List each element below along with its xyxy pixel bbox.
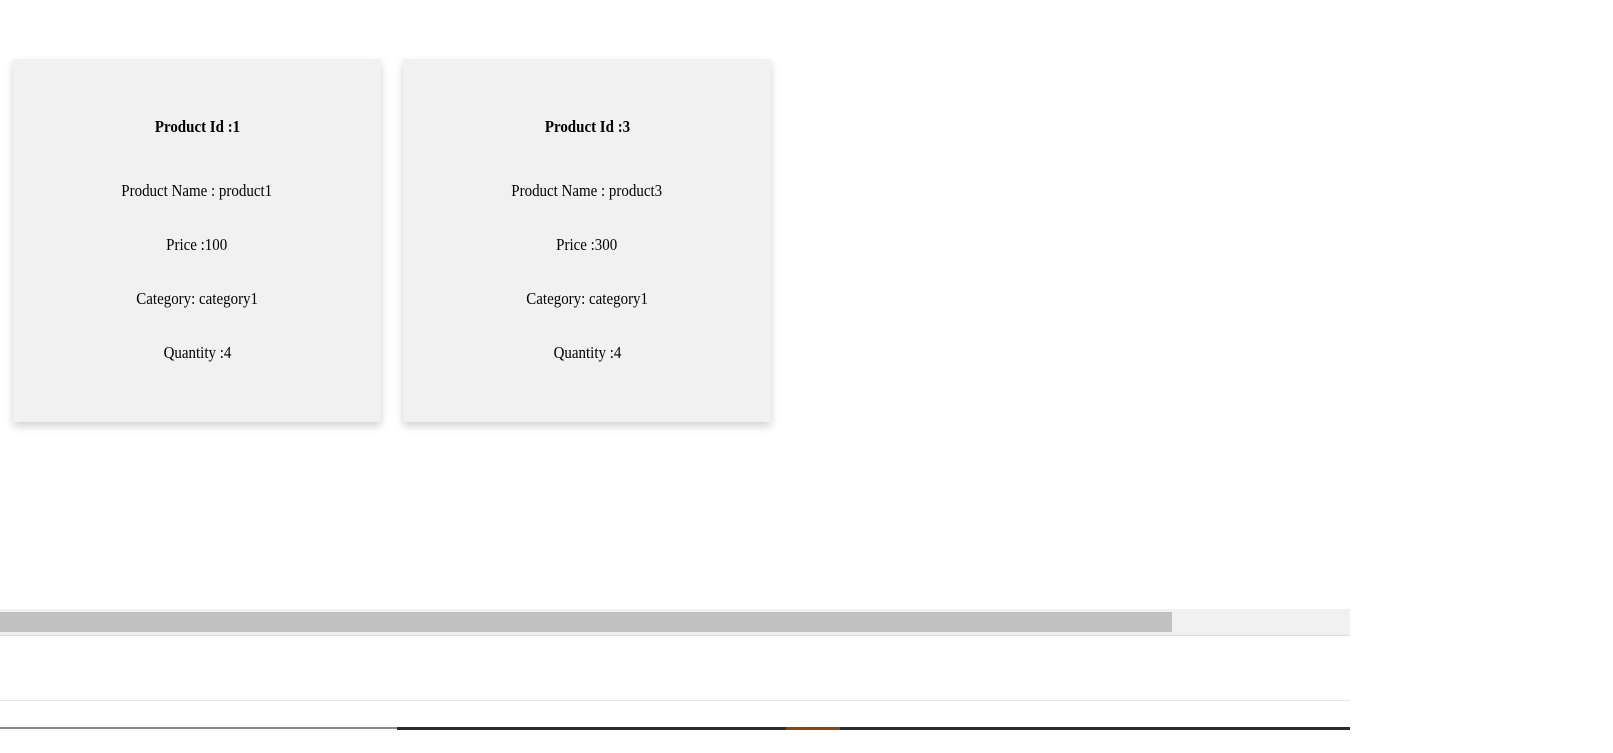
product-id: Product Id :1 bbox=[154, 117, 240, 136]
product-quantity: Quantity :4 bbox=[163, 343, 231, 362]
product-category: Category: category1 bbox=[136, 289, 258, 308]
product-id: Product Id :3 bbox=[544, 117, 630, 136]
product-name: Product Name : product3 bbox=[511, 181, 663, 200]
product-category: Category: category1 bbox=[526, 289, 648, 308]
product-card: Product Id :1 Product Name : product1 Pr… bbox=[13, 59, 381, 422]
product-card: Product Id :3 Product Name : product3 Pr… bbox=[403, 59, 771, 422]
lower-panel bbox=[0, 636, 1350, 701]
product-price: Price :300 bbox=[556, 235, 618, 254]
horizontal-scrollbar[interactable] bbox=[0, 609, 1350, 636]
bottom-strip bbox=[0, 727, 1350, 753]
product-price: Price :100 bbox=[166, 235, 228, 254]
product-quantity: Quantity :4 bbox=[553, 343, 621, 362]
bottom-strip-accent-segment bbox=[786, 727, 840, 730]
bottom-strip-dark-segment bbox=[397, 727, 1350, 730]
horizontal-scrollbar-thumb[interactable] bbox=[0, 612, 1172, 632]
product-card-list: Product Id :1 Product Name : product1 Pr… bbox=[13, 59, 771, 422]
product-name: Product Name : product1 bbox=[121, 181, 273, 200]
